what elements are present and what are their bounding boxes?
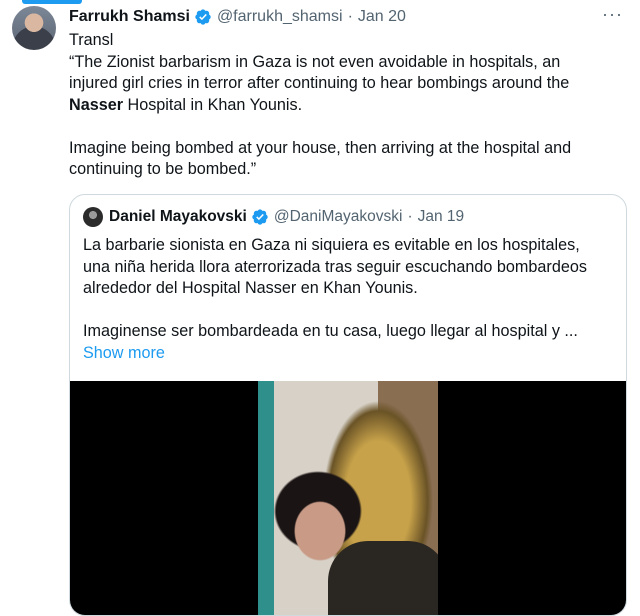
tweet-text: Transl “The Zionist barbarism in Gaza is… bbox=[69, 30, 629, 181]
bold-word: Nasser bbox=[69, 95, 124, 114]
tweet-line: “The Zionist barbarism in Gaza is not ev… bbox=[69, 52, 561, 71]
tweet-line: Nasser Hospital in Khan Younis. bbox=[69, 95, 629, 117]
quote-header: Daniel Mayakovski @DaniMayakovski · Jan … bbox=[83, 207, 464, 227]
quote-text: La barbarie sionista en Gaza ni siquiera… bbox=[83, 235, 613, 364]
more-options-icon[interactable]: ··· bbox=[602, 5, 622, 28]
tweet-line-rest: Hospital in Khan Younis. bbox=[123, 95, 303, 114]
avatar[interactable] bbox=[12, 6, 56, 50]
quote-separator: · bbox=[407, 208, 413, 225]
quote-line: alrededor del Hospital Nasser en Khan Yo… bbox=[83, 279, 418, 297]
verified-badge-icon bbox=[195, 9, 211, 25]
quote-date[interactable]: Jan 19 bbox=[418, 208, 465, 226]
verified-badge-icon bbox=[252, 209, 268, 225]
tweet-line: Imagine being bombed at your house, then… bbox=[69, 138, 572, 157]
author-handle[interactable]: @farrukh_shamsi bbox=[217, 8, 343, 26]
header-separator: · bbox=[347, 8, 353, 25]
author-name[interactable]: Farrukh Shamsi bbox=[69, 8, 190, 26]
tweet-header: Farrukh Shamsi @farrukh_shamsi · Jan 20 bbox=[69, 6, 406, 28]
top-accent-bar bbox=[22, 0, 82, 4]
quote-line: una niña herida llora aterrorizada tras … bbox=[83, 257, 587, 276]
tweet-line: continuing to be bombed.” bbox=[69, 160, 257, 178]
quoted-tweet[interactable]: Daniel Mayakovski @DaniMayakovski · Jan … bbox=[69, 194, 627, 616]
tweet-line: injured girl cries in terror after conti… bbox=[69, 74, 570, 92]
quote-avatar[interactable] bbox=[83, 207, 103, 227]
quote-author-handle[interactable]: @DaniMayakovski bbox=[274, 208, 403, 226]
quote-line: Imaginense ser bombardeada en tu casa, l… bbox=[83, 322, 578, 340]
tweet-line: Transl bbox=[69, 31, 114, 49]
show-more-link[interactable]: Show more bbox=[83, 344, 165, 362]
video-frame-detail bbox=[328, 541, 438, 615]
video-frame bbox=[258, 381, 438, 615]
quote-line: La barbarie sionista en Gaza ni siquiera… bbox=[83, 236, 580, 254]
tweet-date[interactable]: Jan 20 bbox=[358, 8, 406, 26]
quote-author-name[interactable]: Daniel Mayakovski bbox=[109, 208, 247, 226]
video-player[interactable] bbox=[70, 381, 626, 615]
